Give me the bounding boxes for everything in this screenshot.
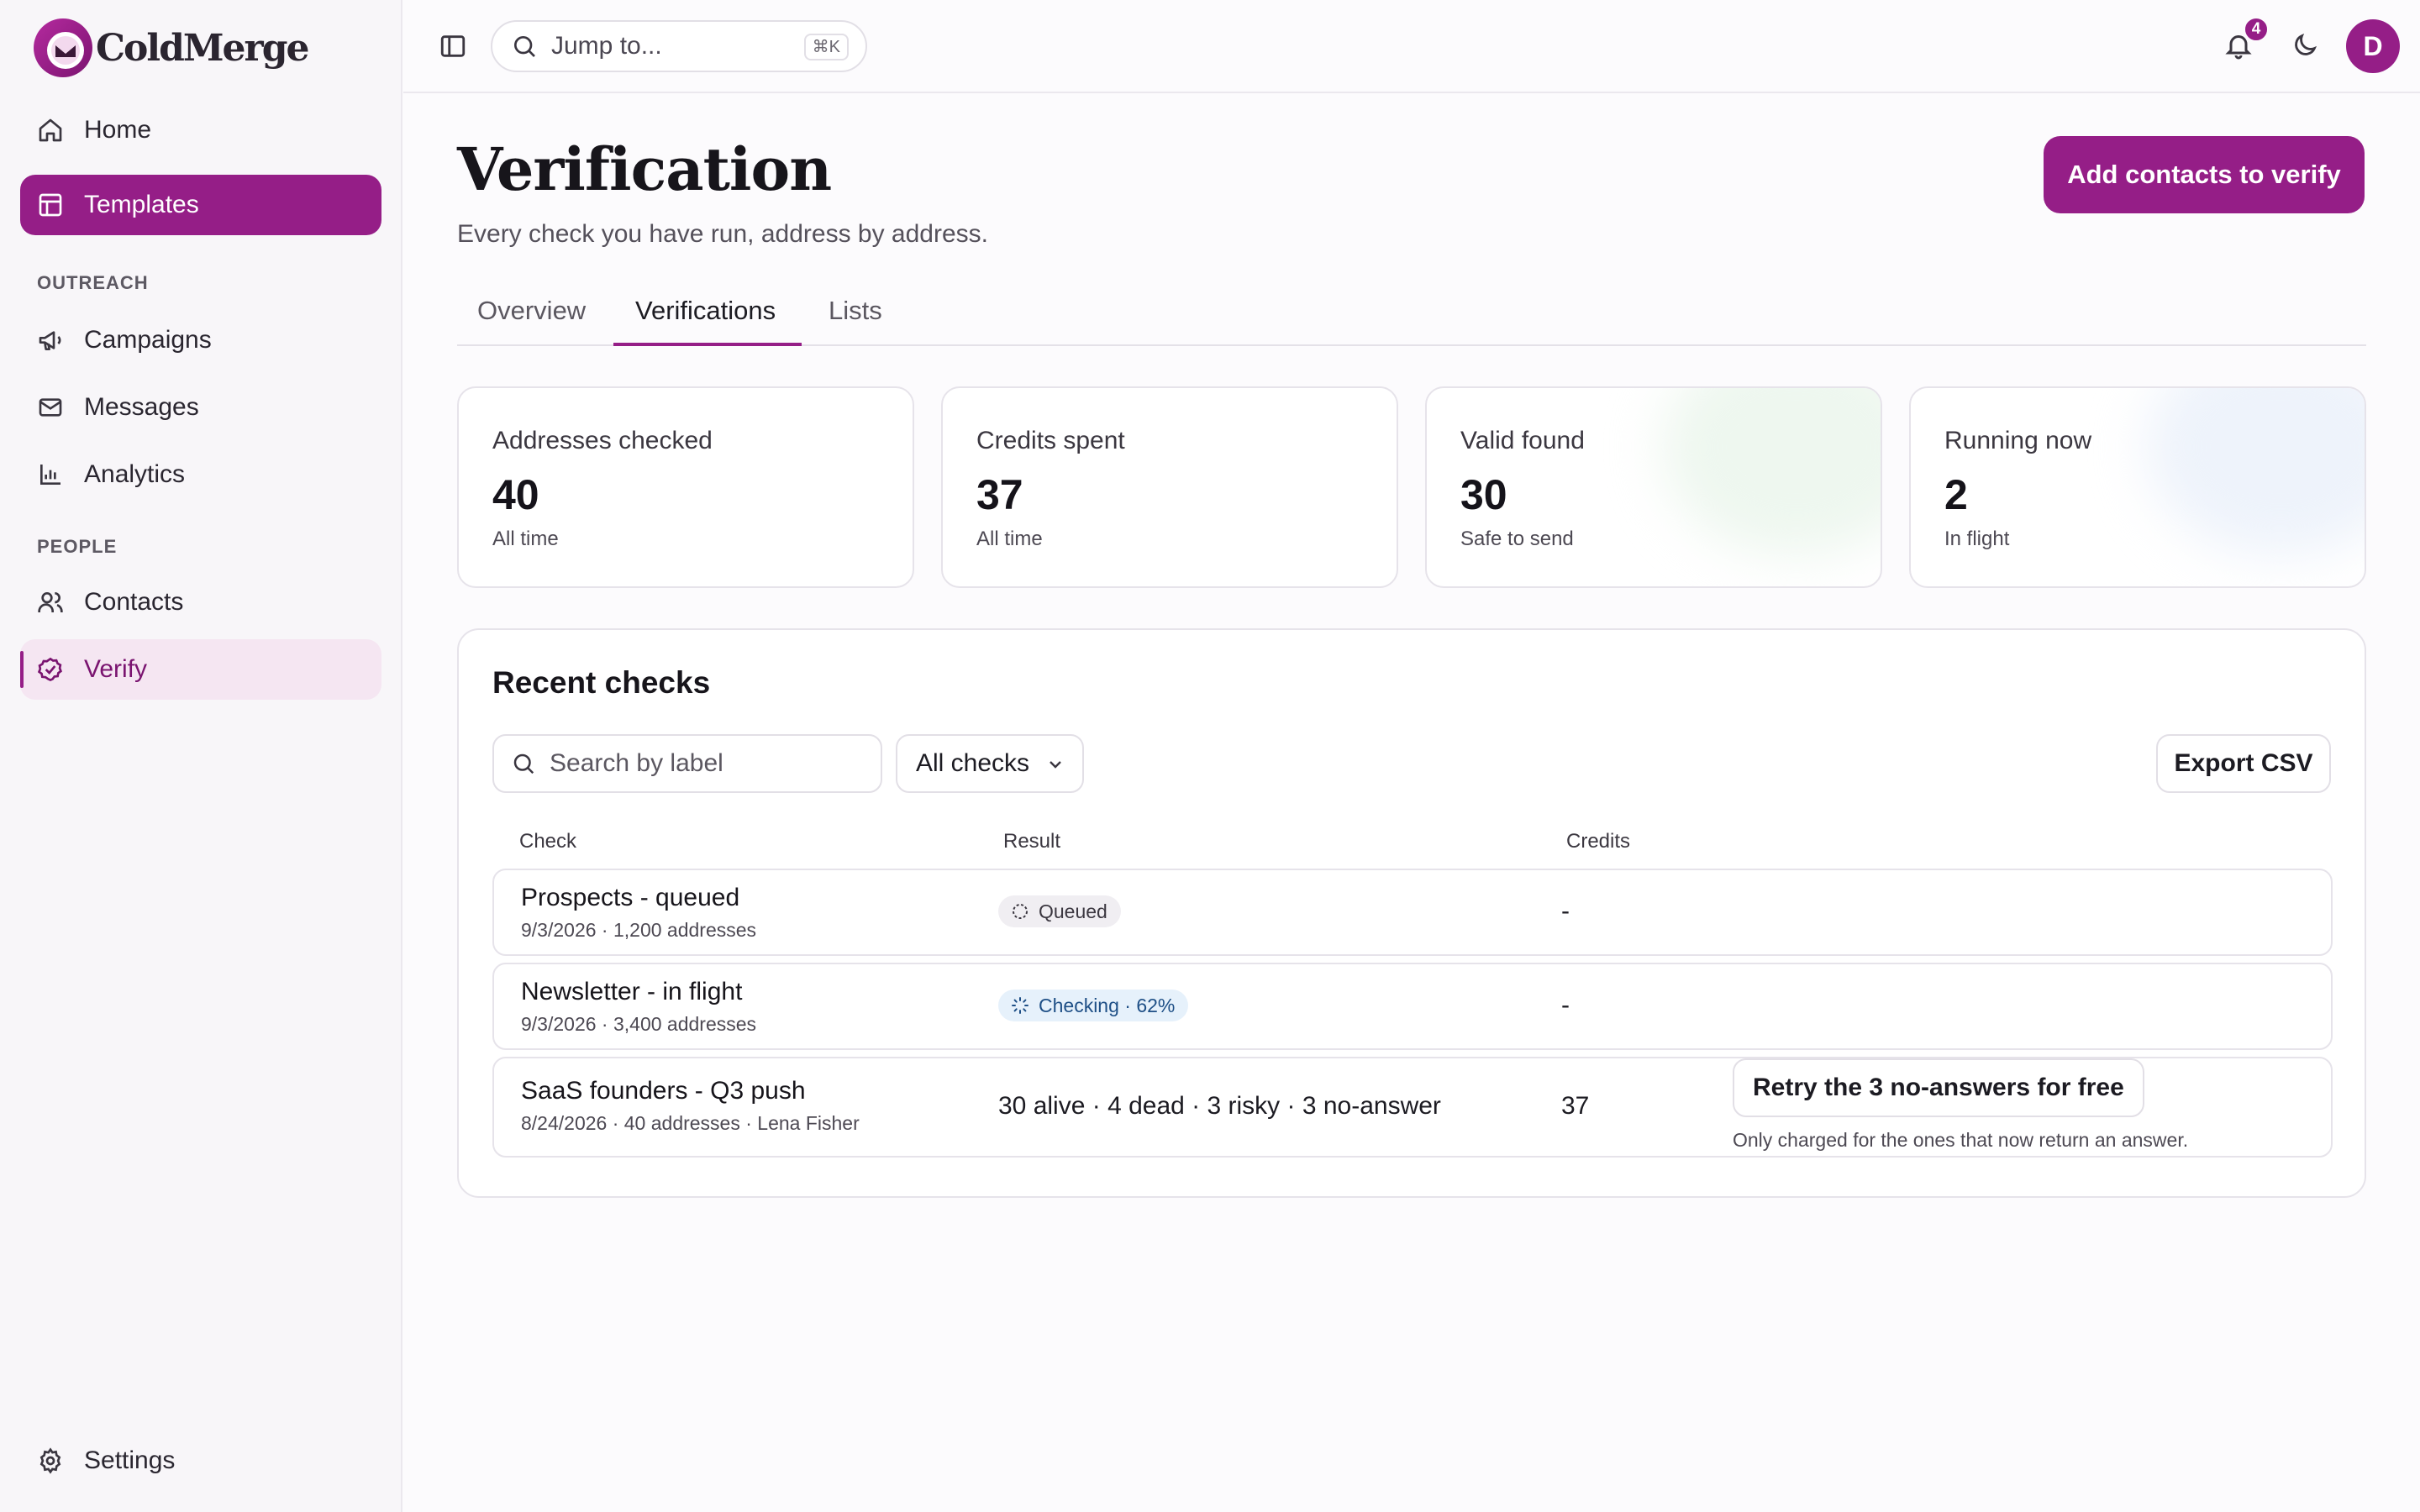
notification-count-badge: 4 [2244,17,2269,42]
export-csv-button[interactable]: Export CSV [2156,734,2331,793]
megaphone-icon [39,331,61,350]
recent-checks-panel: Recent checks All checks Export CSV Chec… [457,628,2366,1198]
stat-value: 2 [1944,471,1968,518]
bar-chart-icon [40,465,60,485]
sidebar-item-label: Campaigns [84,326,212,354]
loader-icon [1012,997,1028,1014]
topbar: Jump to... ⌘K 4 D [403,0,2420,93]
check-circle-icon [37,657,62,681]
avatar[interactable]: D [2346,19,2400,73]
app-name: ColdMerge [96,26,309,70]
stat-note: Safe to send [1460,528,1574,550]
sidebar-item-messages[interactable]: Messages [20,377,381,438]
sidebar-item-label: Analytics [84,460,186,488]
jump-to-label: Jump to... [551,32,662,60]
retry-note: Only charged for the ones that now retur… [1733,1129,2189,1151]
column-header-result: Result [1003,830,1061,853]
retry-no-answers-button[interactable]: Retry the 3 no-answers for free [1733,1058,2144,1117]
stat-value: 37 [976,471,1023,518]
sidebar-item-label: Verify [84,655,148,683]
page-subtitle: Every check you have run, address by add… [457,220,988,248]
status-text: Checking · 62% [1039,994,1176,1016]
add-contacts-to-verify-button[interactable]: Add contacts to verify [2044,136,2365,213]
moon-icon[interactable] [2291,31,2319,60]
stat-card-addresses-checked: Addresses checked 40 All time [457,386,914,588]
table-row[interactable]: SaaS founders - Q3 push 8/24/2026 · 40 a… [492,1057,2333,1158]
stat-label: Valid found [1460,427,1585,454]
sidebar: ColdMerge Home Templates OUTREACH Campai… [0,0,402,1512]
sidebar-item-campaigns[interactable]: Campaigns [20,310,381,370]
stat-note: In flight [1944,528,2010,550]
table-row[interactable]: Prospects - queued 9/3/2026 · 1,200 addr… [492,869,2333,956]
stat-note: All time [976,528,1043,550]
sidebar-item-label: Templates [84,191,199,218]
jump-to-search[interactable]: Jump to... ⌘K [491,20,867,72]
search-input[interactable] [550,749,869,778]
chevron-down-icon [1050,761,1061,769]
page-title: Verification [457,134,832,204]
app-logo[interactable]: ColdMerge [32,17,309,79]
filter-value: All checks [916,749,1030,777]
check-title: Prospects - queued [521,884,740,911]
check-title: SaaS founders - Q3 push [521,1077,806,1105]
sidebar-item-label: Messages [84,393,199,421]
search-icon [514,36,535,57]
result-summary: 30 alive · 4 dead · 3 risky · 3 no-answe… [998,1092,1441,1120]
gear-icon [39,1447,61,1474]
stat-note: All time [492,528,559,550]
check-meta: 9/3/2026 · 1,200 addresses [521,919,757,941]
stat-value: 40 [492,471,539,518]
tab-overview[interactable]: Overview [477,296,586,346]
section-label-outreach: OUTREACH [37,272,149,293]
sidebar-item-label: Home [84,116,152,144]
credits-value: - [1561,897,1570,925]
sidebar-item-home[interactable]: Home [20,100,381,160]
card-glow [2146,388,2365,556]
dashed-circle-icon [1013,904,1028,919]
stat-label: Running now [1944,427,2092,454]
stat-label: Addresses checked [492,427,713,454]
check-title: Newsletter - in flight [521,978,743,1005]
status-text: Queued [1039,900,1107,922]
credits-value: - [1561,991,1570,1019]
users-icon [38,592,63,612]
sidebar-item-contacts[interactable]: Contacts [20,572,381,633]
status-badge-checking: Checking · 62% [998,990,1189,1021]
stat-value: 30 [1460,471,1507,518]
panel-title: Recent checks [492,665,711,700]
sidebar-item-verify[interactable]: Verify [20,639,381,700]
stat-card-credits-spent: Credits spent 37 All time [941,386,1398,588]
table-row[interactable]: Newsletter - in flight 9/3/2026 · 3,400 … [492,963,2333,1050]
check-meta: 8/24/2026 · 40 addresses · Lena Fisher [521,1112,860,1134]
check-filter-select[interactable]: All checks [896,734,1084,793]
column-header-credits: Credits [1566,830,1631,853]
sidebar-item-label: Contacts [84,588,184,616]
coldmerge-logo-icon [34,18,92,77]
column-header-check: Check [519,830,577,853]
stat-card-valid-found: Valid found 30 Safe to send [1425,386,1882,588]
sidebar-item-analytics[interactable]: Analytics [20,444,381,505]
stat-label: Credits spent [976,427,1125,454]
sidebar-item-settings[interactable]: Settings [20,1431,381,1491]
status-badge-queued: Queued [998,895,1121,927]
home-icon [39,118,62,142]
stat-card-running-now: Running now 2 In flight [1909,386,2366,588]
layout-icon [39,193,62,217]
sidebar-item-label: Settings [84,1446,176,1474]
credits-value: 37 [1561,1092,1590,1120]
tab-lists[interactable]: Lists [829,296,882,346]
section-label-people: PEOPLE [37,536,118,557]
page-tabs: Overview Verifications Lists [457,286,2366,346]
search-icon [513,753,534,774]
check-meta: 9/3/2026 · 3,400 addresses [521,1013,757,1035]
tab-verifications[interactable]: Verifications [635,296,776,346]
sidebar-item-templates[interactable]: Templates [20,175,381,235]
shortcut-hint: ⌘K [803,34,849,60]
search-by-label-field[interactable] [492,734,882,793]
sidebar-toggle-icon[interactable] [439,32,467,60]
active-tab-indicator [613,343,802,346]
card-glow [1662,388,1881,556]
mail-icon [39,398,62,417]
